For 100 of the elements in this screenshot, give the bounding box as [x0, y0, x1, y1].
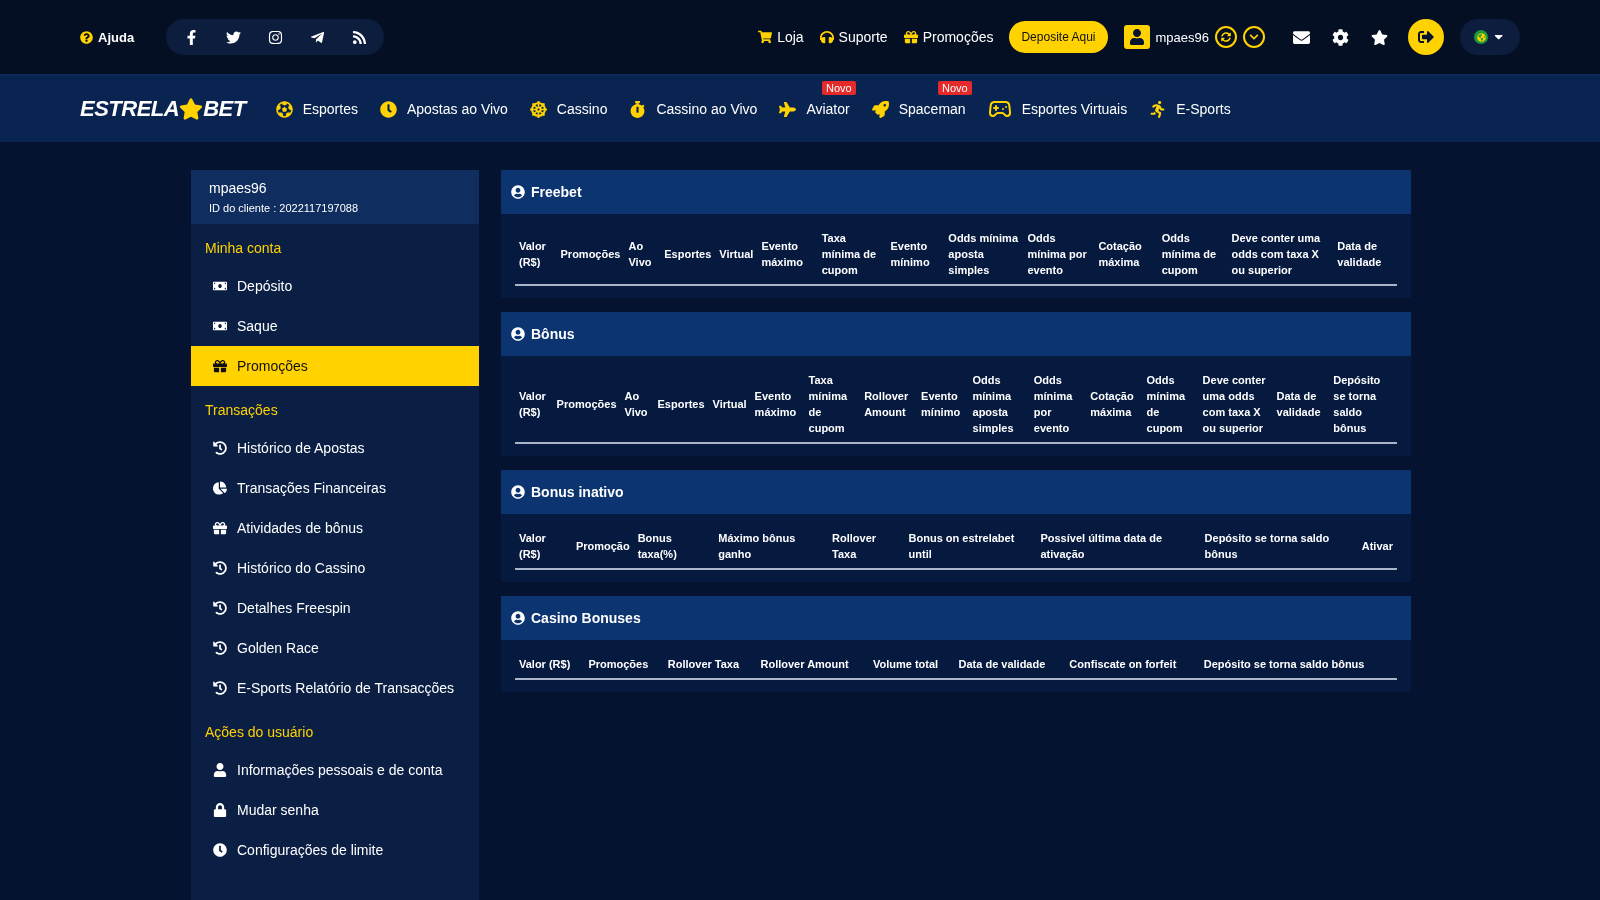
column-header: Data de validade	[1272, 366, 1330, 443]
column-header: Depósito se torna saldo bônus	[1199, 650, 1397, 679]
column-header: Confiscate on forfeit	[1065, 650, 1200, 679]
column-header: Promoção	[571, 524, 634, 569]
column-header: Rollover Taxa	[663, 650, 757, 679]
column-header: Valor (R$)	[515, 366, 553, 443]
flag-icon	[1474, 30, 1489, 44]
column-header: Promoções	[556, 224, 625, 285]
top-link[interactable]: Suporte	[819, 29, 888, 45]
column-header: Rollover Amount	[860, 366, 918, 443]
nav-item[interactable]: Cassino	[529, 100, 608, 118]
plane-icon	[779, 100, 797, 118]
column-header: Possível última data de ativação	[1036, 524, 1201, 569]
history-icon	[213, 641, 227, 655]
column-header: Data de validade	[1333, 224, 1397, 285]
user-icon[interactable]	[1123, 25, 1150, 49]
top-link[interactable]: Loja	[758, 29, 804, 45]
column-header: Esportes	[653, 366, 709, 443]
sidebar-item[interactable]: Transações Financeiras	[191, 468, 479, 508]
language-button[interactable]	[1460, 19, 1520, 55]
column-header: Odds mínima aposta simples	[968, 366, 1030, 443]
column-header: Cotação máxima	[1094, 224, 1158, 285]
column-header: Deve conter uma odds com taxa X ou superior	[1227, 224, 1334, 285]
column-header: Rollover Amount	[756, 650, 869, 679]
rocket-icon	[871, 100, 889, 118]
star-icon	[179, 97, 204, 121]
deposit-button[interactable]: Deposite Aqui	[1009, 21, 1108, 53]
history-icon	[213, 681, 227, 695]
cash-icon	[213, 279, 227, 293]
nav-item[interactable]: E-Sports	[1149, 100, 1231, 118]
column-header: Depósito se torna saldo bônus	[1200, 524, 1358, 569]
column-header: Valor (R$)	[515, 650, 585, 679]
column-header: Taxa mínima de cupom	[804, 366, 861, 443]
nav-item[interactable]: Apostas ao Vivo	[379, 100, 508, 118]
logo-text[interactable]: BET	[203, 96, 246, 122]
column-header: Bonus on estrelabet until	[904, 524, 1037, 569]
column-header: Data de validade	[954, 650, 1066, 679]
sidebar-item[interactable]: Promoções	[191, 346, 479, 386]
column-header: Odds mínima por evento	[1029, 366, 1087, 443]
column-header: Odds mínima de cupom	[1157, 224, 1228, 285]
panel-title: Bonus inativo	[531, 484, 624, 500]
new-badge: Novo	[937, 80, 972, 95]
column-header: Virtual	[715, 224, 758, 285]
settings-icon[interactable]	[1332, 28, 1349, 46]
column-header: Bonus taxa(%)	[633, 524, 715, 569]
column-header: Valor (R$)	[515, 524, 572, 569]
column-header: Valor (R$)	[515, 224, 557, 285]
sidebar-item[interactable]: E-Sports Relatório de Transacções	[191, 668, 479, 708]
sidebar-item[interactable]: Configurações de limite	[191, 830, 479, 870]
column-header: Promoções	[584, 650, 664, 679]
panel-title: Casino Bonuses	[531, 610, 641, 626]
column-header: Virtual	[708, 366, 751, 443]
sidebar-item[interactable]: Golden Race	[191, 628, 479, 668]
help-link[interactable]: Ajuda	[80, 29, 135, 45]
help-icon	[80, 30, 93, 44]
section-title: Ações do usuário	[204, 723, 315, 742]
sidebar-item[interactable]: Histórico do Cassino	[191, 548, 479, 588]
nav-item[interactable]: Esportes Virtuais	[987, 97, 1128, 121]
logout-icon	[1418, 29, 1434, 45]
user-icon	[213, 763, 227, 777]
section-title: Transações	[204, 401, 279, 420]
clock-icon	[213, 843, 227, 857]
gift-icon	[903, 30, 918, 44]
nav-item[interactable]: Cassino ao Vivo	[629, 100, 758, 118]
logout-button[interactable]	[1408, 19, 1444, 55]
column-header: Ao Vivo	[624, 224, 661, 285]
column-header: Promoções	[552, 366, 621, 443]
runner-icon	[1149, 100, 1167, 118]
account-username: mpaes96	[209, 180, 268, 196]
sidebar-item[interactable]: Informações pessoais e de conta	[191, 750, 479, 790]
column-header: Evento máximo	[750, 366, 805, 443]
history-icon	[213, 601, 227, 615]
column-header: Odds mínima de cupom	[1142, 366, 1199, 443]
column-header: Evento mínimo	[886, 224, 945, 285]
sidebar-item[interactable]: Detalhes Freespin	[191, 588, 479, 628]
cart-icon	[758, 30, 773, 44]
lock-icon	[213, 803, 227, 817]
column-header: Taxa mínima de cupom	[817, 224, 887, 285]
sidebar-item[interactable]: Atividades de bônus	[191, 508, 479, 548]
sidebar-item[interactable]: Mudar senha	[191, 790, 479, 830]
history-icon	[213, 561, 227, 575]
column-header: Esportes	[660, 224, 716, 285]
top-link[interactable]: Promoções	[903, 29, 994, 45]
pie-chart-icon	[213, 481, 227, 495]
nav-item[interactable]: Esportes	[275, 100, 358, 118]
panel-title: Freebet	[531, 184, 582, 200]
sidebar-item[interactable]: Saque	[191, 306, 479, 346]
column-header: Depósito se torna saldo bônus	[1329, 366, 1397, 443]
refresh-icon[interactable]	[1215, 26, 1237, 48]
logo-text[interactable]: ESTRELA	[80, 96, 180, 122]
column-header: Cotação máxima	[1086, 366, 1143, 443]
column-header: Ativar	[1357, 524, 1397, 569]
chevron-down-icon[interactable]	[1243, 26, 1265, 48]
mail-icon[interactable]	[1293, 28, 1310, 46]
column-header: Odds mínima por evento	[1023, 224, 1095, 285]
star-icon[interactable]	[1371, 28, 1388, 46]
column-header: Evento máximo	[757, 224, 818, 285]
sidebar-item[interactable]: Depósito	[191, 266, 479, 306]
panel-title: Bônus	[531, 326, 575, 342]
sidebar-item[interactable]: Histórico de Apostas	[191, 428, 479, 468]
